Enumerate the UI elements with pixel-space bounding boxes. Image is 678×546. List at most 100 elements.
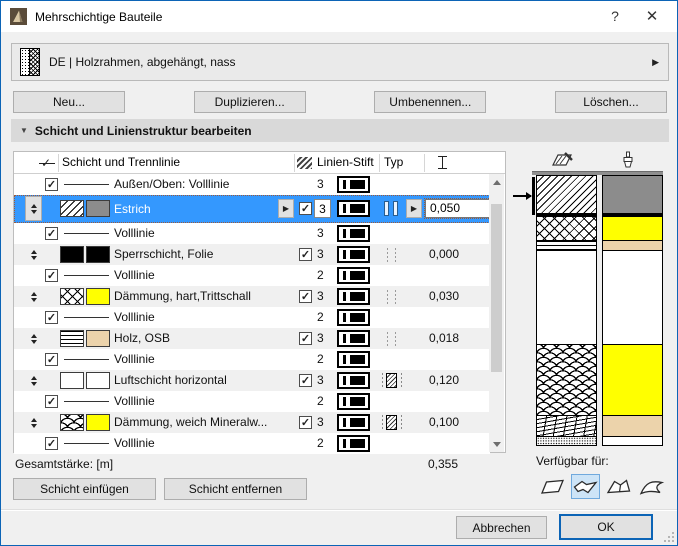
line-visibility-checkbox[interactable]: ✓ <box>45 437 58 450</box>
layer-visibility-checkbox[interactable]: ✓ <box>299 332 312 345</box>
separator-line-row[interactable]: ✓ Volllinie 2 <box>14 265 490 286</box>
layer-visibility-checkbox[interactable]: ✓ <box>299 248 312 261</box>
layer-row[interactable]: Dämmung, weich Mineralw... ✓ 3 0,100 <box>14 412 490 433</box>
pen-color-icon[interactable] <box>337 372 370 389</box>
layer-name: Holz, OSB <box>114 331 171 345</box>
pen-number: 3 <box>317 289 324 303</box>
scroll-down-icon[interactable] <box>489 436 504 452</box>
window-title: Mehrschichtige Bauteile <box>35 9 163 24</box>
duplicate-button[interactable]: Duplizieren... <box>193 91 306 113</box>
skin-type-flyout-button[interactable]: ▶ <box>406 199 422 218</box>
drag-handle[interactable] <box>28 416 40 429</box>
composite-selector[interactable]: DE | Holzrahmen, abgehängt, nass ▶ <box>11 43 669 81</box>
layer-row[interactable]: Dämmung, hart,Trittschall ✓ 3 0,030 <box>14 286 490 307</box>
line-visibility-checkbox[interactable]: ✓ <box>45 269 58 282</box>
help-button[interactable]: ? <box>598 1 632 31</box>
line-visibility-checkbox[interactable]: ✓ <box>45 227 58 240</box>
layer-row[interactable]: Estrich ▶ ✓ 3 ▶ 0,050 <box>14 195 497 223</box>
hatch-swatch[interactable] <box>60 200 84 217</box>
thickness-value: 0,000 <box>429 247 460 261</box>
pen-color-icon[interactable] <box>337 351 370 368</box>
hatch-swatch[interactable] <box>60 414 84 431</box>
cut-fill-icon[interactable] <box>551 151 575 171</box>
layer-row[interactable]: Holz, OSB ✓ 3 0,018 <box>14 328 490 349</box>
pen-color-icon[interactable] <box>337 288 370 305</box>
separator-line-row[interactable]: ✓ Volllinie 2 <box>14 349 490 370</box>
delete-button[interactable]: Löschen... <box>554 91 667 113</box>
pen-color-icon[interactable] <box>337 435 370 452</box>
pen-color-icon[interactable] <box>337 200 370 217</box>
line-sample <box>64 401 109 402</box>
pen-number[interactable]: 3 <box>314 199 331 218</box>
drag-handle[interactable] <box>25 196 42 221</box>
thickness-value: 0,100 <box>429 415 460 429</box>
layer-row[interactable]: Luftschicht horizontal ✓ 3 0,120 <box>14 370 490 391</box>
insert-skin-button[interactable]: Schicht einfügen <box>13 478 156 500</box>
layer-name: Estrich <box>114 202 151 216</box>
drag-handle[interactable] <box>28 290 40 303</box>
preview-hatch-column[interactable] <box>536 175 597 446</box>
layer-visibility-checkbox[interactable]: ✓ <box>299 374 312 387</box>
hatch-swatch[interactable] <box>60 372 84 389</box>
separator-line-row[interactable]: ✓ Volllinie 2 <box>14 433 490 454</box>
separator-line-row[interactable]: ✓ Volllinie 3 <box>14 223 490 244</box>
drag-handle[interactable] <box>28 332 40 345</box>
surface-swatch[interactable] <box>86 414 110 431</box>
close-button[interactable]: ✕ <box>635 1 669 31</box>
line-sample <box>64 184 109 185</box>
scrollbar-thumb[interactable] <box>491 204 502 372</box>
preview-surface-column[interactable] <box>602 175 663 446</box>
surface-paint-icon[interactable] <box>621 151 635 173</box>
line-visibility-checkbox[interactable]: ✓ <box>45 353 58 366</box>
pen-color-icon[interactable] <box>337 393 370 410</box>
scroll-up-icon[interactable] <box>489 174 504 190</box>
available-for-icons <box>538 474 666 499</box>
pen-color-icon[interactable] <box>337 246 370 263</box>
line-visibility-checkbox[interactable]: ✓ <box>45 178 58 191</box>
hatch-swatch[interactable] <box>60 288 84 305</box>
surface-swatch[interactable] <box>86 372 110 389</box>
separator-line-row[interactable]: ✓ Volllinie 2 <box>14 307 490 328</box>
layer-row[interactable]: Sperrschicht, Folie ✓ 3 0,000 <box>14 244 490 265</box>
rename-button[interactable]: Umbenennen... <box>374 91 487 113</box>
column-type: Typ <box>384 155 404 169</box>
new-button[interactable]: Neu... <box>13 91 125 113</box>
shell-icon[interactable] <box>637 474 666 499</box>
thickness-field[interactable]: 0,050 <box>424 198 497 219</box>
drag-handle[interactable] <box>28 248 40 261</box>
resize-grip[interactable] <box>666 534 675 543</box>
layer-visibility-checkbox[interactable]: ✓ <box>299 290 312 303</box>
surface-swatch[interactable] <box>86 288 110 305</box>
hatch-swatch[interactable] <box>60 246 84 263</box>
wall-icon[interactable] <box>538 474 567 499</box>
separator-line-row[interactable]: ✓ Volllinie 2 <box>14 391 490 412</box>
table-scrollbar[interactable] <box>489 174 504 452</box>
hatch-swatch[interactable] <box>60 330 84 347</box>
slab-icon[interactable] <box>571 474 600 499</box>
cancel-button[interactable]: Abbrechen <box>456 516 547 539</box>
line-visibility-checkbox[interactable]: ✓ <box>45 395 58 408</box>
pen-number: 3 <box>317 226 324 240</box>
surface-swatch[interactable] <box>86 200 110 217</box>
layer-visibility-checkbox[interactable]: ✓ <box>299 202 312 215</box>
remove-skin-button[interactable]: Schicht entfernen <box>164 478 307 500</box>
roof-icon[interactable] <box>604 474 633 499</box>
surface-swatch[interactable] <box>86 330 110 347</box>
layer-table: ✓ Schicht und Trennlinie Linien-Stift Ty… <box>13 151 506 454</box>
drag-handle[interactable] <box>28 374 40 387</box>
pen-color-icon[interactable] <box>337 225 370 242</box>
separator-line-row[interactable]: ✓ Außen/Oben: Volllinie 3 <box>14 174 490 195</box>
surface-swatch[interactable] <box>86 246 110 263</box>
layer-visibility-checkbox[interactable]: ✓ <box>299 416 312 429</box>
pen-color-icon[interactable] <box>337 309 370 326</box>
thickness-column-icon <box>438 156 447 169</box>
line-visibility-checkbox[interactable]: ✓ <box>45 311 58 324</box>
pen-color-icon[interactable] <box>337 267 370 284</box>
pen-color-icon[interactable] <box>337 414 370 431</box>
section-header[interactable]: ▼ Schicht und Linienstruktur bearbeiten <box>11 119 669 142</box>
layer-flyout-button[interactable]: ▶ <box>278 199 294 218</box>
pen-color-icon[interactable] <box>337 330 370 347</box>
ok-button[interactable]: OK <box>559 514 653 540</box>
pen-color-icon[interactable] <box>337 176 370 193</box>
line-visibility-column-icon: ✓ <box>39 156 55 170</box>
